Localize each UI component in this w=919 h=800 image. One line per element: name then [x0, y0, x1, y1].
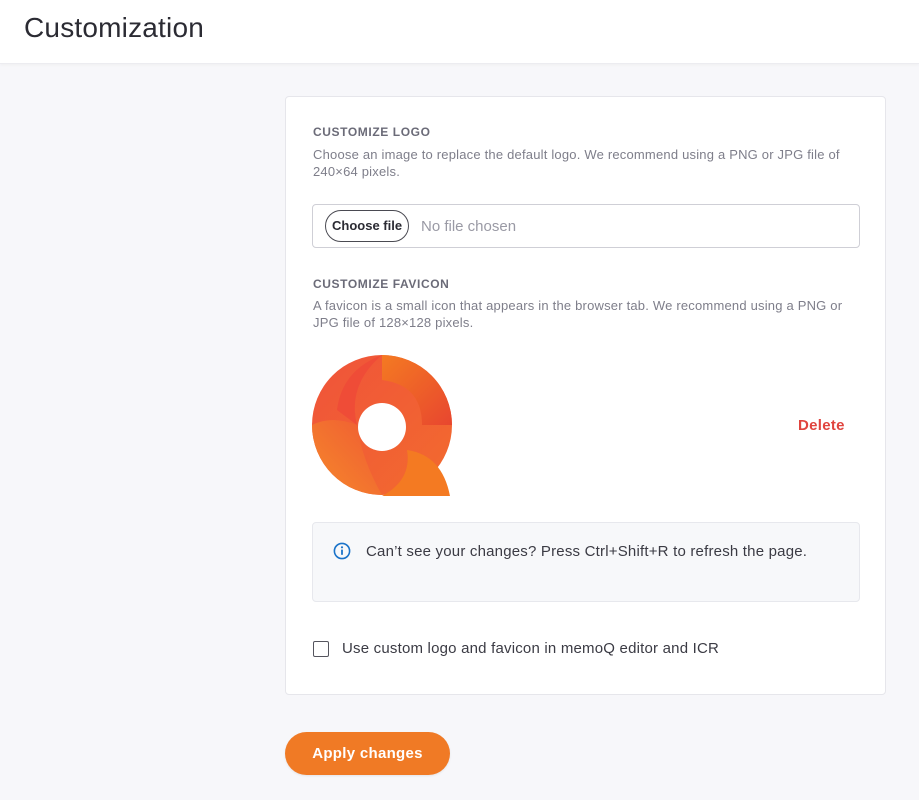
info-notice: Can’t see your changes? Press Ctrl+Shift… — [312, 522, 860, 602]
logo-file-input[interactable]: Choose file No file chosen — [312, 204, 860, 248]
memoq-logo-icon — [312, 355, 452, 496]
page-title: Customization — [24, 12, 205, 43]
apply-changes-button[interactable]: Apply changes — [285, 732, 450, 775]
choose-file-button[interactable]: Choose file — [325, 210, 410, 242]
favicon-section-heading: CUSTOMIZE FAVICON — [313, 277, 450, 291]
info-icon — [333, 542, 351, 560]
delete-favicon-link[interactable]: Delete — [798, 417, 845, 434]
custom-logo-checkbox[interactable] — [313, 641, 329, 657]
logo-section-heading: CUSTOMIZE LOGO — [313, 125, 431, 139]
no-file-chosen-text: No file chosen — [421, 218, 517, 235]
top-bar: Customization — [0, 0, 919, 64]
info-text: Can’t see your changes? Press Ctrl+Shift… — [366, 543, 808, 560]
favicon-section-description: A favicon is a small icon that appears i… — [313, 298, 843, 330]
customization-card: CUSTOMIZE LOGO Choose an image to replac… — [285, 96, 886, 695]
logo-section-description: Choose an image to replace the default l… — [313, 147, 840, 179]
custom-logo-checkbox-label[interactable]: Use custom logo and favicon in memoQ edi… — [342, 640, 719, 657]
